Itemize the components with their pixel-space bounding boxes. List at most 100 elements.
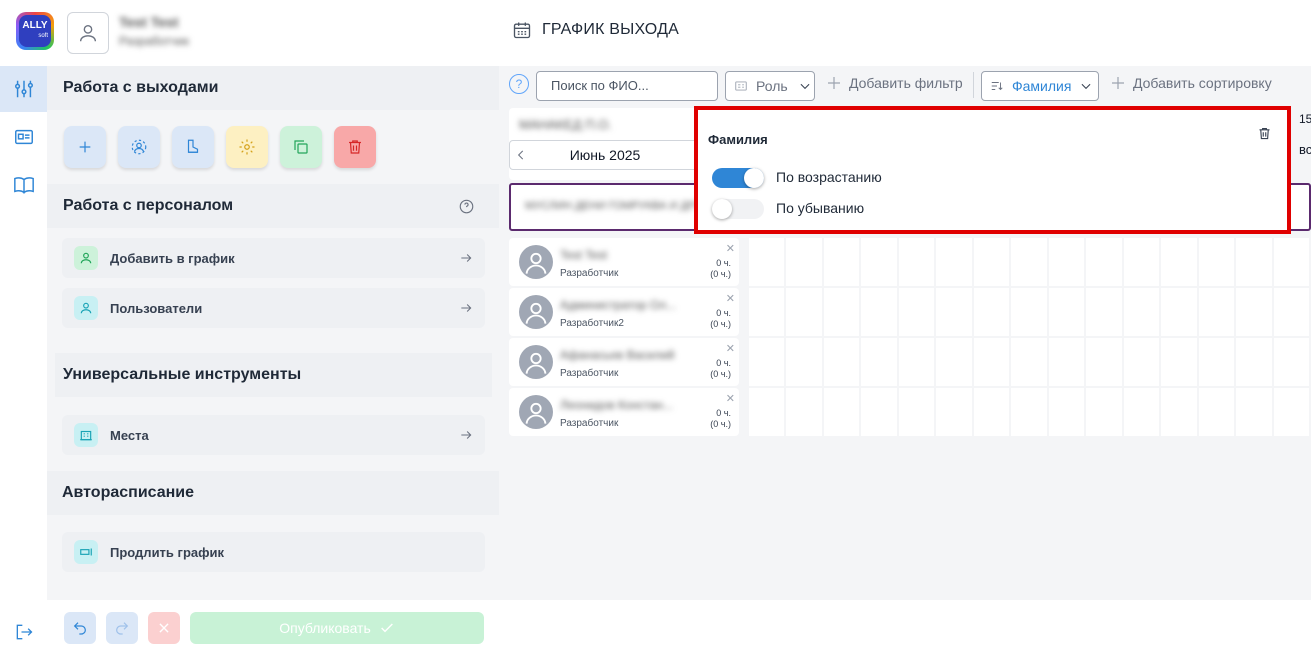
menu-item-users[interactable]: Пользователи [62,288,485,328]
search-input[interactable]: Поиск по ФИО... [536,71,718,101]
employee-card[interactable]: Test Test Разработчик ✕ 0 ч. (0 ч.) [509,238,739,286]
day-cell[interactable] [786,238,824,286]
sort-ascending-toggle[interactable] [712,168,764,188]
day-cell[interactable] [861,288,899,336]
day-cell[interactable] [749,238,787,286]
day-cell[interactable] [1161,238,1199,286]
day-cell[interactable] [973,238,1012,286]
day-grid-row[interactable] [749,338,1311,386]
employee-card[interactable]: Леонидов Констан... Разработчик ✕ 0 ч. (0… [509,388,739,436]
rail-item-docs[interactable] [0,162,47,208]
day-cell[interactable] [1161,388,1199,436]
rail-item-exits[interactable] [0,66,47,112]
day-cell[interactable] [1123,338,1162,386]
day-cell[interactable] [861,388,899,436]
day-cell[interactable] [973,338,1012,386]
day-cell[interactable] [1011,238,1049,286]
day-cell[interactable] [861,238,899,286]
employee-card[interactable]: Администратор Ол... Разработчик2 ✕ 0 ч.(… [509,288,739,336]
day-cell[interactable] [1048,238,1087,286]
day-cell[interactable] [898,288,937,336]
day-cell[interactable] [936,388,974,436]
day-cell[interactable] [749,388,787,436]
day-cell[interactable] [1236,338,1274,386]
day-cell[interactable] [1086,388,1124,436]
remove-icon[interactable]: ✕ [726,242,735,255]
day-cell[interactable] [898,388,937,436]
day-cell[interactable] [823,238,862,286]
day-cell[interactable] [786,288,824,336]
day-cell[interactable] [1086,288,1124,336]
day-cell[interactable] [1123,388,1162,436]
boot-button[interactable] [172,126,214,168]
undo-button[interactable] [64,612,96,644]
publish-button[interactable]: Опубликовать [190,612,484,644]
app-logo[interactable]: ALLY soft [16,12,54,50]
day-cell[interactable] [936,288,974,336]
day-cell[interactable] [898,238,937,286]
day-cell[interactable] [1048,388,1087,436]
day-cell[interactable] [1273,388,1311,436]
day-cell[interactable] [1198,238,1237,286]
day-cell[interactable] [1161,288,1199,336]
day-cell[interactable] [1011,288,1049,336]
add-sort-button[interactable]: Добавить сортировку [1109,74,1272,92]
day-cell[interactable] [1236,288,1274,336]
day-cell[interactable] [1048,338,1087,386]
day-cell[interactable] [823,388,862,436]
add-exit-button[interactable] [64,126,106,168]
day-grid-row[interactable] [749,288,1311,336]
copy-button[interactable] [280,126,322,168]
remove-icon[interactable]: ✕ [726,342,735,355]
day-cell[interactable] [1236,238,1274,286]
face-scan-button[interactable] [118,126,160,168]
day-cell[interactable] [1198,388,1237,436]
day-grid-row[interactable] [749,238,1311,286]
day-cell[interactable] [1198,288,1237,336]
help-icon[interactable] [459,199,474,214]
user-avatar[interactable] [67,12,109,54]
day-cell[interactable] [749,338,787,386]
day-cell[interactable] [1086,238,1124,286]
rail-item-cards[interactable] [0,114,47,160]
day-cell[interactable] [861,338,899,386]
day-grid-row[interactable] [749,388,1311,436]
day-cell[interactable] [936,238,974,286]
settings-button[interactable] [226,126,268,168]
delete-button[interactable] [334,126,376,168]
day-cell[interactable] [1011,388,1049,436]
day-cell[interactable] [898,338,937,386]
day-cell[interactable] [1048,288,1087,336]
day-cell[interactable] [1273,288,1311,336]
help-icon[interactable]: ? [509,74,529,94]
day-cell[interactable] [823,288,862,336]
menu-item-places[interactable]: Места [62,415,485,455]
day-cell[interactable] [973,288,1012,336]
day-cell[interactable] [1198,338,1237,386]
day-cell[interactable] [1123,288,1162,336]
day-cell[interactable] [936,338,974,386]
day-cell[interactable] [1123,238,1162,286]
menu-item-add-to-schedule[interactable]: Добавить в график [62,238,485,278]
day-cell[interactable] [1273,338,1311,386]
day-cell[interactable] [973,388,1012,436]
discard-button[interactable] [148,612,180,644]
employee-card[interactable]: Афанасьев Василий Разработчик ✕ 0 ч. (0 ч… [509,338,739,386]
day-cell[interactable] [1086,338,1124,386]
day-cell[interactable] [1273,238,1311,286]
day-cell[interactable] [749,288,787,336]
role-filter[interactable]: Роль [725,71,815,101]
day-cell[interactable] [1236,388,1274,436]
add-filter-button[interactable]: Добавить фильтр [825,74,963,92]
redo-button[interactable] [106,612,138,644]
day-cell[interactable] [823,338,862,386]
remove-icon[interactable]: ✕ [726,392,735,405]
day-cell[interactable] [1011,338,1049,386]
remove-icon[interactable]: ✕ [726,292,735,305]
logout-button[interactable] [0,609,47,655]
day-cell[interactable] [786,338,824,386]
menu-item-extend-schedule[interactable]: Продлить график [62,532,485,572]
day-cell[interactable] [1161,338,1199,386]
day-cell[interactable] [786,388,824,436]
sort-chip[interactable]: Фамилия [981,71,1099,101]
